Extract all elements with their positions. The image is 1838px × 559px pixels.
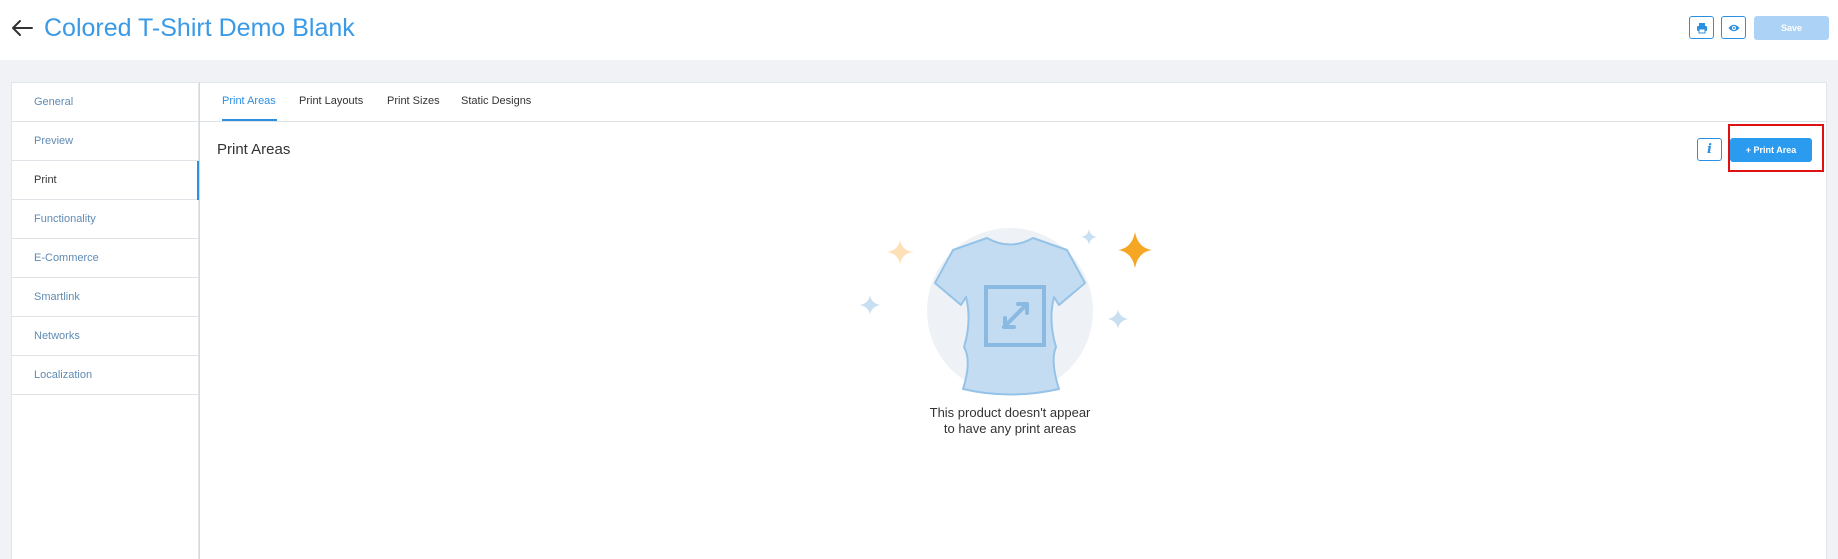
arrow-left-icon[interactable] [8, 14, 36, 42]
tab-print-sizes[interactable]: Print Sizes [387, 95, 440, 107]
t-shirt-expand-icon [830, 203, 1190, 403]
page-header: Colored T-Shirt Demo Blank Save [0, 0, 1838, 60]
page-title: Colored T-Shirt Demo Blank [44, 14, 355, 42]
sidebar-item-preview[interactable]: Preview [12, 122, 198, 161]
info-icon: i [1707, 142, 1712, 157]
info-button[interactable]: i [1697, 138, 1722, 161]
tab-bar: Print Areas Print Layouts Print Sizes St… [200, 83, 1826, 122]
tab-print-layouts[interactable]: Print Layouts [299, 95, 363, 107]
settings-sidebar: General Preview Print Functionality E-Co… [11, 82, 199, 559]
save-button[interactable]: Save [1754, 16, 1829, 40]
section-title: Print Areas [217, 141, 291, 158]
empty-state-line-2: to have any print areas [943, 421, 1077, 436]
sidebar-item-general[interactable]: General [12, 83, 198, 122]
preview-button[interactable] [1721, 16, 1746, 39]
active-tab-indicator [222, 119, 277, 121]
add-print-area-button[interactable]: + Print Area [1730, 138, 1812, 162]
eye-icon [1728, 24, 1739, 31]
sidebar-item-print[interactable]: Print [12, 161, 199, 200]
sidebar-item-e-commerce[interactable]: E-Commerce [12, 239, 198, 278]
empty-state-message: This product doesn't appear to have any … [900, 405, 1120, 437]
tab-print-areas[interactable]: Print Areas [222, 95, 276, 107]
sidebar-item-localization[interactable]: Localization [12, 356, 198, 395]
main-panel: Print Areas Print Layouts Print Sizes St… [199, 82, 1827, 559]
sidebar-item-smartlink[interactable]: Smartlink [12, 278, 198, 317]
sidebar-item-networks[interactable]: Networks [12, 317, 198, 356]
printer-icon [1696, 22, 1707, 33]
print-button[interactable] [1689, 16, 1714, 39]
tab-static-designs[interactable]: Static Designs [461, 95, 531, 107]
empty-state-line-1: This product doesn't appear [929, 405, 1091, 420]
sidebar-item-functionality[interactable]: Functionality [12, 200, 198, 239]
